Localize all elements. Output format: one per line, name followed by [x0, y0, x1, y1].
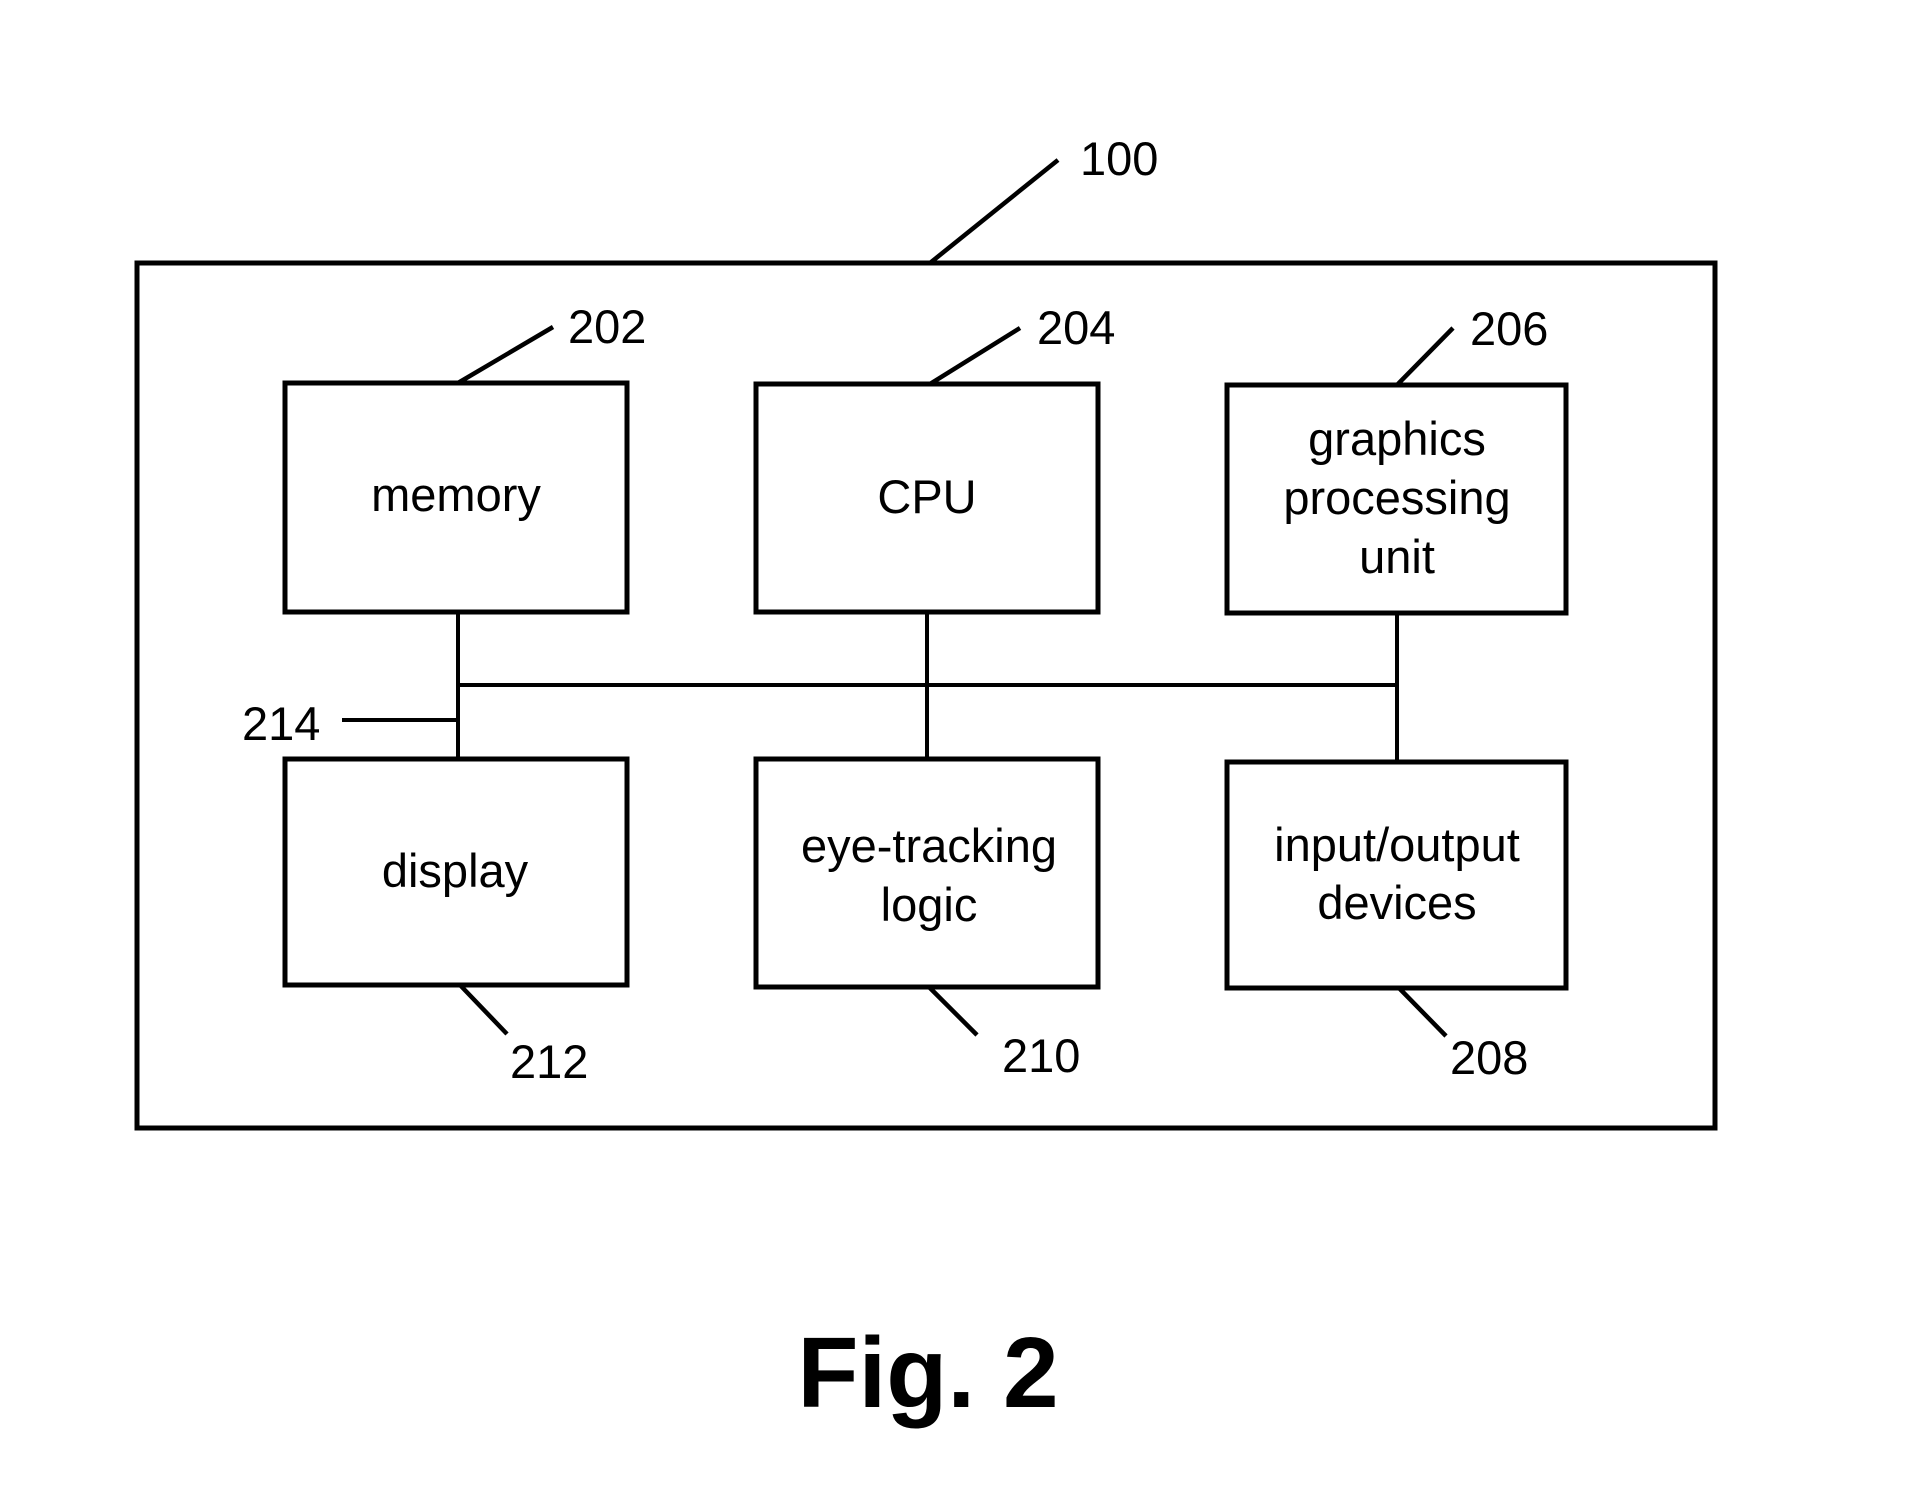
gpu-label-line-2: processing: [1283, 471, 1510, 524]
memory-ref-label: 202: [568, 300, 646, 353]
gpu-label-line-1: graphics: [1308, 412, 1486, 465]
eye-tracking-label-line-1: eye-tracking: [801, 819, 1057, 872]
bus-ref-label: 214: [242, 697, 320, 750]
gpu-label-line-3: unit: [1359, 530, 1435, 583]
system-leader: [928, 158, 1060, 265]
eye-tracking-label-line-2: logic: [881, 878, 978, 931]
cpu-label: CPU: [877, 470, 976, 523]
io-label-line-2: devices: [1317, 876, 1476, 929]
gpu-ref-label: 206: [1470, 302, 1548, 355]
io-ref-label: 208: [1450, 1031, 1528, 1084]
eye-tracking-ref-label: 210: [1002, 1029, 1080, 1082]
cpu-ref-label: 204: [1037, 301, 1115, 354]
io-box: [1224, 759, 1569, 991]
figure-caption: Fig. 2: [797, 1317, 1058, 1429]
io-label-line-1: input/output: [1274, 818, 1520, 871]
memory-label: memory: [371, 468, 541, 521]
eye-tracking-box: [753, 756, 1101, 990]
system-diagram: 100 214 memory 202 CPU 204 graphics proc…: [134, 132, 1718, 1429]
display-label: display: [382, 844, 529, 897]
display-ref-label: 212: [510, 1035, 588, 1088]
system-ref-label: 100: [1080, 132, 1158, 185]
